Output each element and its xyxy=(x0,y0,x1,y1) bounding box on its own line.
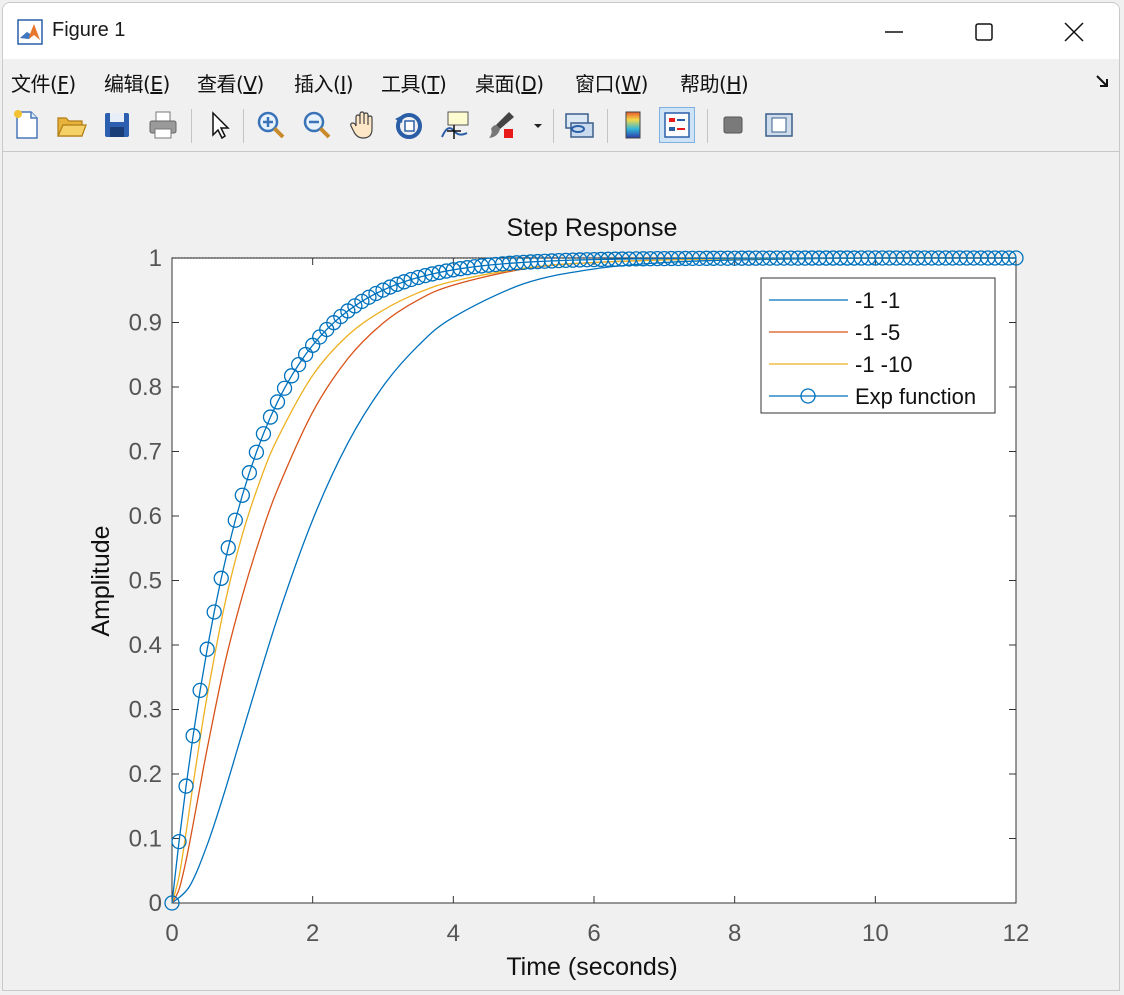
x-tick-label: 4 xyxy=(447,920,460,947)
matlab-logo-icon xyxy=(17,19,43,45)
step-response-chart[interactable]: Step Response 0 2 4 6 8 10 12 0 0.1 0.2 0.3 0.4 0.5 0… xyxy=(3,153,1120,991)
data-cursor-icon xyxy=(441,111,469,139)
data-cursor-button[interactable] xyxy=(437,107,473,143)
x-tick-label: 2 xyxy=(306,920,319,947)
show-plot-tools-icon xyxy=(765,113,793,137)
maximize-icon xyxy=(975,23,993,41)
toolbar-separator xyxy=(607,109,608,143)
x-tick-label: 8 xyxy=(728,920,741,947)
save-icon xyxy=(105,113,129,137)
maximize-button[interactable] xyxy=(939,3,1029,59)
menu-edit[interactable]: 编辑(E) xyxy=(104,68,170,97)
hide-plot-tools-icon xyxy=(723,116,743,134)
zoom-in-button[interactable] xyxy=(253,107,289,143)
x-tick-label: 6 xyxy=(587,920,600,947)
x-tick-label: 0 xyxy=(165,920,178,947)
menu-file[interactable]: 文件(F) xyxy=(11,68,76,97)
toolbar-separator xyxy=(707,109,708,143)
link-plot-button[interactable] xyxy=(561,107,597,143)
x-tick-label: 12 xyxy=(1003,920,1030,947)
minimize-button[interactable] xyxy=(849,3,939,59)
pan-hand-icon xyxy=(350,111,373,139)
y-tick-label: 0.9 xyxy=(129,310,162,337)
open-file-icon xyxy=(57,117,87,137)
chart-title: Step Response xyxy=(507,214,678,242)
legend-icon xyxy=(664,112,690,138)
y-tick-label: 0.6 xyxy=(129,503,162,530)
legend-label: -1 -10 xyxy=(855,352,912,377)
menu-view[interactable]: 查看(V) xyxy=(197,68,264,97)
minimize-icon xyxy=(885,31,903,33)
print-button[interactable] xyxy=(145,107,181,143)
print-icon xyxy=(149,111,177,139)
y-tick-label: 0.1 xyxy=(129,826,162,853)
rotate-3d-icon xyxy=(395,113,422,139)
menu-window[interactable]: 窗口(W) xyxy=(575,68,648,97)
y-tick-label: 0.5 xyxy=(129,568,162,595)
rotate-3d-button[interactable] xyxy=(391,107,427,143)
new-figure-icon xyxy=(14,110,38,139)
legend-label: -1 -1 xyxy=(855,288,900,313)
show-plot-tools-button[interactable] xyxy=(761,107,797,143)
zoom-out-icon xyxy=(303,111,331,139)
legend-label: Exp function xyxy=(855,384,976,409)
y-tick-label: 0 xyxy=(149,890,162,917)
pointer-icon xyxy=(212,111,230,140)
colorbar-icon xyxy=(625,111,641,139)
window-title: Figure 1 xyxy=(52,19,126,41)
legend[interactable]: -1 -1 -1 -5 -1 -10 Exp function xyxy=(760,277,996,414)
zoom-out-button[interactable] xyxy=(299,107,335,143)
close-icon xyxy=(1064,22,1084,42)
y-tick-label: 0.4 xyxy=(129,632,162,659)
hide-plot-tools-button[interactable] xyxy=(715,107,751,143)
new-figure-button[interactable] xyxy=(9,107,45,143)
zoom-in-icon xyxy=(257,111,285,139)
x-tick-label: 10 xyxy=(862,920,889,947)
dock-arrow-icon[interactable] xyxy=(1095,73,1111,89)
open-file-button[interactable] xyxy=(53,107,89,143)
figure-canvas[interactable]: Step Response 0 2 4 6 8 10 12 0 0.1 0.2 0.3 0.4 0.5 0… xyxy=(3,153,1120,991)
menu-desktop[interactable]: 桌面(D) xyxy=(475,68,544,97)
title-bar[interactable]: Figure 1 xyxy=(3,3,1119,59)
brush-dropdown-button[interactable] xyxy=(529,107,549,143)
figure-toolbar xyxy=(3,101,1119,152)
menu-bar: 文件(F) 编辑(E) 查看(V) 插入(I) 工具(T) 桌面(D) 窗口(W… xyxy=(3,61,1119,101)
edit-plot-button[interactable] xyxy=(201,107,237,143)
menu-insert[interactable]: 插入(I) xyxy=(294,68,354,97)
brush-button[interactable] xyxy=(483,107,519,143)
brush-icon xyxy=(489,112,514,138)
y-axis-label: Amplitude xyxy=(87,525,115,636)
insert-colorbar-button[interactable] xyxy=(615,107,651,143)
insert-legend-button[interactable] xyxy=(659,107,695,143)
x-axis-label: Time (seconds) xyxy=(506,953,677,981)
legend-label: -1 -5 xyxy=(855,320,900,345)
menu-tools[interactable]: 工具(T) xyxy=(381,68,447,97)
y-tick-label: 0.2 xyxy=(129,761,162,788)
menu-help[interactable]: 帮助(H) xyxy=(680,68,749,97)
y-tick-label: 1 xyxy=(149,245,162,272)
save-button[interactable] xyxy=(99,107,135,143)
link-plot-icon xyxy=(565,113,594,138)
close-button[interactable] xyxy=(1029,3,1119,59)
chevron-down-icon xyxy=(534,124,542,128)
figure-window: Figure 1 文件(F) 编辑(E) 查看(V) 插入(I) 工具(T) 桌… xyxy=(2,2,1120,991)
y-tick-label: 0.3 xyxy=(129,697,162,724)
toolbar-separator xyxy=(243,109,244,143)
y-tick-label: 0.8 xyxy=(129,374,162,401)
toolbar-separator xyxy=(191,109,192,143)
toolbar-separator xyxy=(553,109,554,143)
pan-button[interactable] xyxy=(345,107,381,143)
y-tick-label: 0.7 xyxy=(129,439,162,466)
